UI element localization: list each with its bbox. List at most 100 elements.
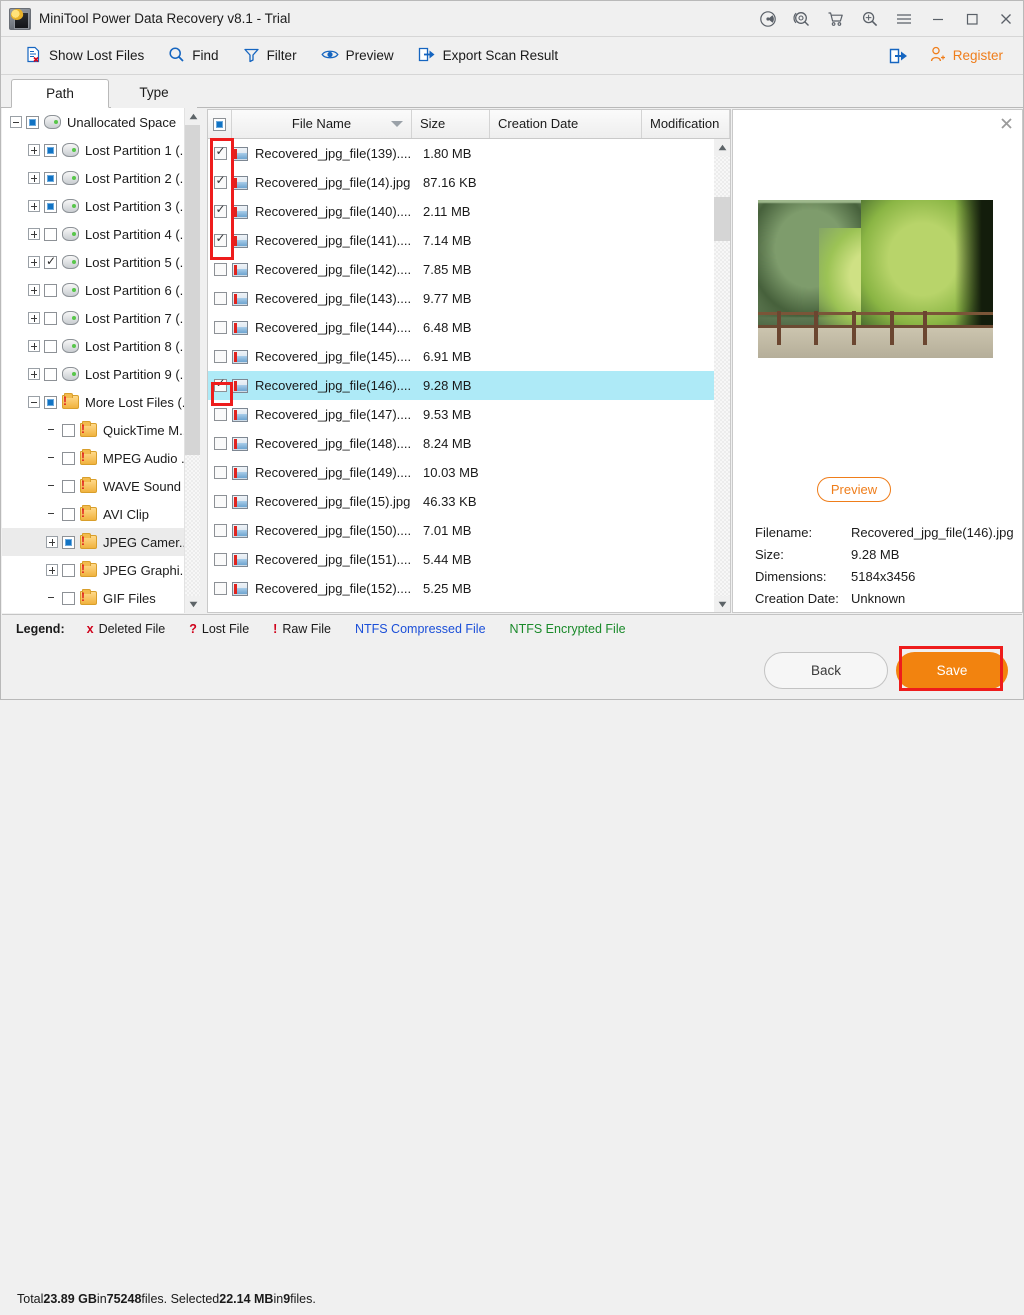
tree-item-checkbox[interactable] (44, 395, 57, 409)
tree-item[interactable]: More Lost Files (... (2, 388, 184, 416)
directory-tree[interactable]: Unallocated Space Lost Partition 1 (... Lo… (2, 108, 184, 613)
file-row-checkbox[interactable] (213, 376, 227, 392)
tree-scroll-down-icon[interactable] (185, 596, 200, 613)
register-button[interactable]: Register (919, 37, 1013, 75)
expand-icon[interactable] (28, 144, 40, 156)
table-row[interactable]: Recovered_jpg_file(148).... 8.24 MB (208, 429, 715, 458)
disk-scan-icon[interactable] (751, 1, 785, 37)
cart-icon[interactable] (819, 1, 853, 37)
table-row[interactable]: Recovered_jpg_file(142).... 7.85 MB (208, 255, 715, 284)
expand-icon[interactable] (28, 172, 40, 184)
file-row-checkbox-cell[interactable] (208, 408, 232, 421)
file-row-checkbox-cell[interactable] (208, 263, 232, 276)
back-button[interactable]: Back (764, 652, 888, 689)
file-row-checkbox[interactable] (213, 144, 227, 160)
file-row-checkbox[interactable] (213, 582, 227, 595)
tree-item[interactable]: Lost Partition 4 (... (2, 220, 184, 248)
file-row-checkbox-cell[interactable] (208, 466, 232, 479)
maximize-icon[interactable] (955, 1, 989, 37)
tree-item-checkbox[interactable] (62, 479, 75, 493)
list-scroll-up-icon[interactable] (714, 139, 730, 156)
table-row[interactable]: Recovered_jpg_file(139).... 1.80 MB (208, 139, 715, 168)
magnifier-icon[interactable] (853, 1, 887, 37)
tree-item-checkbox[interactable] (44, 367, 57, 381)
expand-icon[interactable] (28, 228, 40, 240)
file-row-checkbox-cell[interactable] (208, 173, 232, 189)
list-scroll-thumb[interactable] (714, 197, 730, 241)
file-row-checkbox-cell[interactable] (208, 231, 232, 247)
expand-icon[interactable] (28, 340, 40, 352)
table-row[interactable]: Recovered_jpg_file(15).jpg 46.33 KB (208, 487, 715, 516)
tree-item[interactable]: Lost Partition 3 (... (2, 192, 184, 220)
tree-item[interactable]: JPEG Graphi... (2, 556, 184, 584)
tree-item[interactable]: Lost Partition 8 (... (2, 332, 184, 360)
column-header-creation-date[interactable]: Creation Date (490, 110, 642, 138)
close-icon[interactable] (989, 1, 1023, 37)
file-row-checkbox[interactable] (213, 321, 227, 334)
file-row-checkbox-cell[interactable] (208, 437, 232, 450)
collapse-icon[interactable] (28, 396, 40, 408)
file-row-checkbox-cell[interactable] (208, 292, 232, 305)
file-row-checkbox[interactable] (213, 202, 227, 218)
tree-item[interactable]: Lost Partition 2 (... (2, 164, 184, 192)
tree-item[interactable]: GIF Files (2, 584, 184, 612)
file-list-rows[interactable]: Recovered_jpg_file(139)....1.80 MBRecove… (208, 139, 715, 603)
tree-item[interactable]: Unallocated Space (2, 108, 184, 136)
table-row[interactable]: Recovered_jpg_file(143).... 9.77 MB (208, 284, 715, 313)
tree-scroll-thumb[interactable] (185, 125, 200, 455)
table-row[interactable]: Recovered_jpg_file(152).... 5.25 MB (208, 574, 715, 603)
file-list-vertical-scrollbar[interactable] (714, 139, 730, 612)
tree-item-checkbox[interactable] (62, 535, 75, 549)
tree-item-checkbox[interactable] (62, 507, 75, 521)
tree-item[interactable]: WAVE Sound (2, 472, 184, 500)
collapse-icon[interactable] (10, 116, 22, 128)
expand-icon[interactable] (28, 312, 40, 324)
preview-close-icon[interactable] (998, 117, 1014, 133)
table-row[interactable]: Recovered_jpg_file(14).jpg 87.16 KB (208, 168, 715, 197)
list-scroll-down-icon[interactable] (714, 596, 730, 612)
tree-item[interactable]: MPEG Audio ... (2, 444, 184, 472)
table-row[interactable]: Recovered_jpg_file(144).... 6.48 MB (208, 313, 715, 342)
file-row-checkbox-cell[interactable] (208, 376, 232, 392)
select-all-checkbox[interactable] (213, 117, 226, 131)
find-button[interactable]: Find (156, 37, 230, 75)
tree-item[interactable]: Lost Partition 5 (... (2, 248, 184, 276)
file-row-checkbox[interactable] (213, 553, 227, 566)
table-row[interactable]: Recovered_jpg_file(140).... 2.11 MB (208, 197, 715, 226)
sort-descending-icon[interactable] (391, 121, 403, 127)
file-row-checkbox[interactable] (213, 495, 227, 508)
file-row-checkbox-cell[interactable] (208, 350, 232, 363)
tree-item-checkbox[interactable] (44, 227, 57, 241)
file-row-checkbox[interactable] (213, 524, 227, 537)
tree-item-checkbox[interactable] (44, 171, 57, 185)
filter-button[interactable]: Filter (231, 37, 309, 75)
file-row-checkbox[interactable] (213, 292, 227, 305)
expand-icon[interactable] (46, 564, 58, 576)
table-row[interactable]: Recovered_jpg_file(147).... 9.53 MB (208, 400, 715, 429)
tree-vertical-scrollbar[interactable] (184, 108, 200, 613)
save-button[interactable]: Save (896, 652, 1008, 689)
tree-scroll-up-icon[interactable] (185, 108, 200, 125)
expand-icon[interactable] (46, 536, 58, 548)
file-row-checkbox[interactable] (213, 437, 227, 450)
file-row-checkbox-cell[interactable] (208, 202, 232, 218)
file-row-checkbox[interactable] (213, 350, 227, 363)
tree-item-checkbox[interactable] (44, 143, 57, 157)
table-row[interactable]: Recovered_jpg_file(141).... 7.14 MB (208, 226, 715, 255)
file-row-checkbox-cell[interactable] (208, 321, 232, 334)
support-icon[interactable] (785, 1, 819, 37)
tree-item-checkbox[interactable] (44, 254, 57, 269)
tree-item-checkbox[interactable] (62, 563, 75, 577)
file-row-checkbox-cell[interactable] (208, 524, 232, 537)
tree-item-checkbox[interactable] (62, 451, 75, 465)
expand-icon[interactable] (28, 284, 40, 296)
tree-item[interactable]: Lost Partition 7 (... (2, 304, 184, 332)
tree-item[interactable]: Lost Partition 1 (... (2, 136, 184, 164)
tree-item[interactable]: PNG Image (2, 612, 184, 613)
tree-item[interactable]: Lost Partition 9 (... (2, 360, 184, 388)
table-row[interactable]: Recovered_jpg_file(150).... 7.01 MB (208, 516, 715, 545)
table-row[interactable]: Recovered_jpg_file(146).... 9.28 MB (208, 371, 715, 400)
tab-type[interactable]: Type (111, 79, 197, 108)
tree-item-checkbox[interactable] (26, 115, 39, 129)
file-row-checkbox-cell[interactable] (208, 495, 232, 508)
